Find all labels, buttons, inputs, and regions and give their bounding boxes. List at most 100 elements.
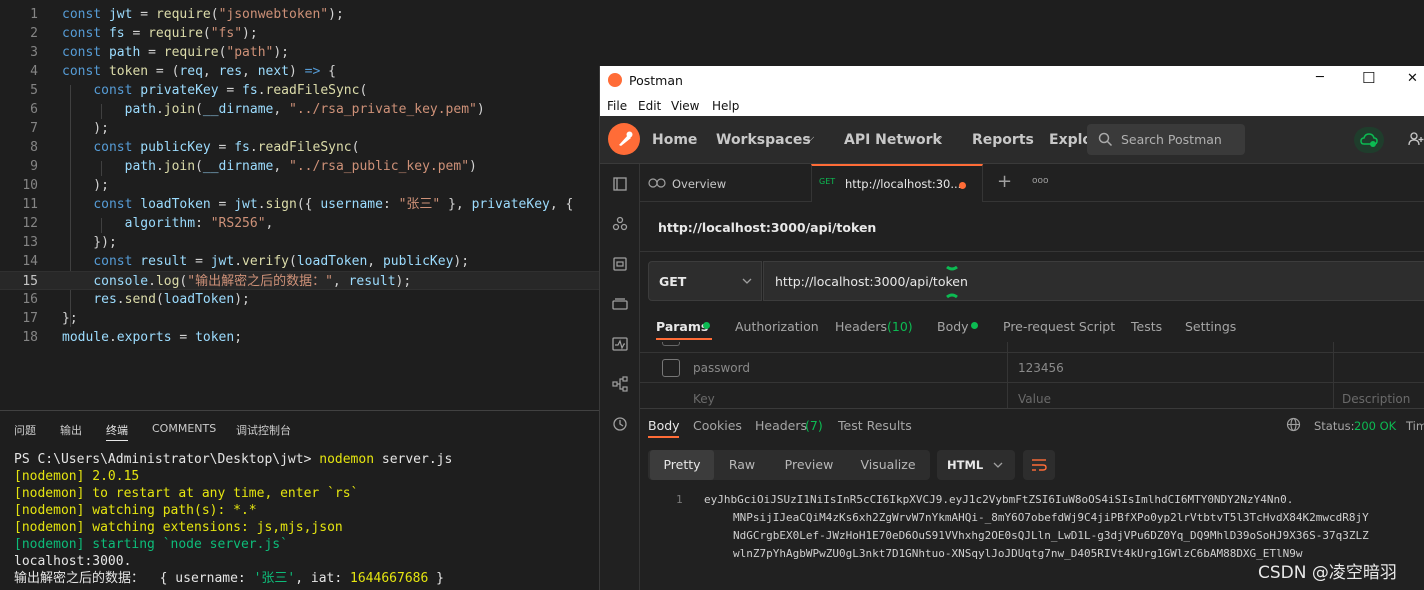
code-line[interactable]: 12 algorithm: "RS256", <box>0 214 600 233</box>
tab-response-headers[interactable]: Headers <box>755 418 807 433</box>
raw-button[interactable]: Raw <box>714 450 770 480</box>
code-line[interactable]: 8 const publicKey = fs.readFileSync( <box>0 138 600 157</box>
code-token: result <box>140 254 188 269</box>
menu-view[interactable]: View <box>671 99 699 113</box>
divider <box>640 408 1424 409</box>
param-key[interactable]: password <box>693 361 750 375</box>
method-select[interactable]: GET <box>648 261 762 301</box>
flows-icon[interactable] <box>612 376 628 392</box>
maximize-button[interactable]: ☐ <box>1362 69 1375 87</box>
code-line[interactable]: 17}; <box>0 309 600 328</box>
sync-cloud-icon[interactable] <box>1354 127 1384 153</box>
code-token: path <box>124 102 156 117</box>
code-line[interactable]: 10 ); <box>0 176 600 195</box>
param-key-placeholder[interactable]: Key <box>693 392 715 406</box>
visualize-button[interactable]: Visualize <box>852 450 924 480</box>
history-icon[interactable] <box>612 416 628 432</box>
tab-body[interactable]: Body <box>937 319 969 334</box>
divider <box>640 251 1424 252</box>
code-line[interactable]: 3 const path = require("path"); <box>0 43 600 62</box>
code-token: path <box>124 159 156 174</box>
nav-reports[interactable]: Reports <box>972 132 1034 148</box>
code-token: fs <box>242 83 258 98</box>
tab-terminal[interactable]: 终端 <box>106 422 128 441</box>
param-value-placeholder[interactable]: Value <box>1018 392 1051 406</box>
preview-button[interactable]: Preview <box>775 450 843 480</box>
row-checkbox[interactable] <box>662 359 680 377</box>
code-line[interactable]: 4 const token = (req, res, next) => { <box>0 62 600 81</box>
minimize-button[interactable]: ─ <box>1316 70 1324 85</box>
monitors-icon[interactable] <box>612 336 628 352</box>
code-line[interactable]: 9 path.join(__dirname, "../rsa_public_ke… <box>0 157 600 176</box>
menu-help[interactable]: Help <box>712 99 739 113</box>
tab-tests[interactable]: Tests <box>1131 319 1162 334</box>
request-name[interactable]: http://localhost:3000/api/token <box>658 220 876 235</box>
wrap-lines-button[interactable] <box>1023 450 1055 480</box>
code-line[interactable]: 18 module.exports = token; <box>0 328 600 347</box>
tab-request-title: http://localhost:30... <box>845 177 962 191</box>
code-line[interactable]: 5 const privateKey = fs.readFileSync( <box>0 81 600 100</box>
code-text: path.join(__dirname, "../rsa_public_key.… <box>62 157 477 176</box>
terminal-line: [nodemon] 2.0.15 <box>14 469 140 484</box>
tab-comments[interactable]: COMMENTS <box>152 422 216 435</box>
response-token-line: NdGCrgbEX0Lef-JWzHoH1E70eD6OuS91VVhxhg2O… <box>733 529 1369 542</box>
code-line[interactable]: 14 const result = jwt.verify(loadToken, … <box>0 252 600 271</box>
tab-output[interactable]: 输出 <box>60 422 82 438</box>
tab-authorization[interactable]: Authorization <box>735 319 819 334</box>
globe-icon[interactable] <box>1286 417 1301 432</box>
tab-response-body[interactable]: Body <box>648 418 680 433</box>
tab-test-results[interactable]: Test Results <box>838 418 912 433</box>
code-line[interactable]: 15 console.log("输出解密之后的数据：", result); <box>0 271 600 290</box>
tab-problems[interactable]: 问题 <box>14 422 36 438</box>
code-token: ( <box>195 102 203 117</box>
code-line[interactable]: 16 res.send(loadToken); <box>0 290 600 309</box>
nav-api-network[interactable]: API Network <box>844 132 942 148</box>
nav-home[interactable]: Home <box>652 132 697 148</box>
tab-more-icon[interactable]: ooo <box>1032 176 1049 186</box>
tab-debug-console[interactable]: 调试控制台 <box>236 422 291 438</box>
tab-headers[interactable]: Headers <box>835 319 887 334</box>
tab-request-active[interactable]: GET http://localhost:30... <box>811 164 983 202</box>
close-button[interactable]: ✕ <box>1407 71 1418 86</box>
line-number: 6 <box>30 102 38 117</box>
pretty-button[interactable]: Pretty <box>650 450 714 480</box>
tab-params[interactable]: Params <box>656 319 708 334</box>
code-token: jwt <box>234 197 258 212</box>
nav-explore[interactable]: Explo <box>1049 132 1092 148</box>
new-tab-plus-icon[interactable]: + <box>997 171 1012 192</box>
search-placeholder: Search Postman <box>1121 132 1222 147</box>
nav-workspaces[interactable]: Workspaces <box>716 132 811 148</box>
code-token: ( <box>351 140 360 155</box>
environments-icon[interactable] <box>612 256 628 272</box>
apis-icon[interactable] <box>612 216 628 232</box>
terminal-line: localhost:3000. <box>14 554 132 569</box>
menu-file[interactable]: File <box>607 99 627 113</box>
search-box[interactable]: Search Postman <box>1087 124 1245 155</box>
code-line[interactable]: 1 const jwt = require("jsonwebtoken"); <box>0 5 600 24</box>
code-line[interactable]: 2 const fs = require("fs"); <box>0 24 600 43</box>
param-description-placeholder[interactable]: Description <box>1342 392 1410 406</box>
tab-pre-request-script[interactable]: Pre-request Script <box>1003 319 1115 334</box>
menu-edit[interactable]: Edit <box>638 99 661 113</box>
tab-method-badge: GET <box>819 177 836 186</box>
code-token: ( <box>195 159 203 174</box>
code-line[interactable]: 6 path.join(__dirname, "../rsa_private_k… <box>0 100 600 119</box>
tab-response-cookies[interactable]: Cookies <box>693 418 742 433</box>
row-checkbox[interactable] <box>662 342 680 346</box>
format-select[interactable]: HTML <box>937 450 1015 480</box>
invite-user-icon[interactable] <box>1408 131 1424 147</box>
code-token: readFileSync <box>265 83 360 98</box>
url-input[interactable]: http://localhost:3000/api/token <box>763 261 1424 301</box>
collections-icon[interactable] <box>612 176 628 192</box>
tab-overview[interactable]: Overview <box>672 177 726 191</box>
code-line[interactable]: 13 }); <box>0 233 600 252</box>
line-number: 18 <box>22 330 38 345</box>
postman-home-logo-icon[interactable] <box>608 123 640 155</box>
tab-settings[interactable]: Settings <box>1185 319 1236 334</box>
param-value[interactable]: 123456 <box>1018 361 1064 375</box>
code-line[interactable]: 7 ); <box>0 119 600 138</box>
code-editor[interactable]: 1 const jwt = require("jsonwebtoken"); 2 co… <box>0 0 600 410</box>
mock-servers-icon[interactable] <box>612 296 628 312</box>
code-line[interactable]: 11 const loadToken = jwt.sign({ username… <box>0 195 600 214</box>
